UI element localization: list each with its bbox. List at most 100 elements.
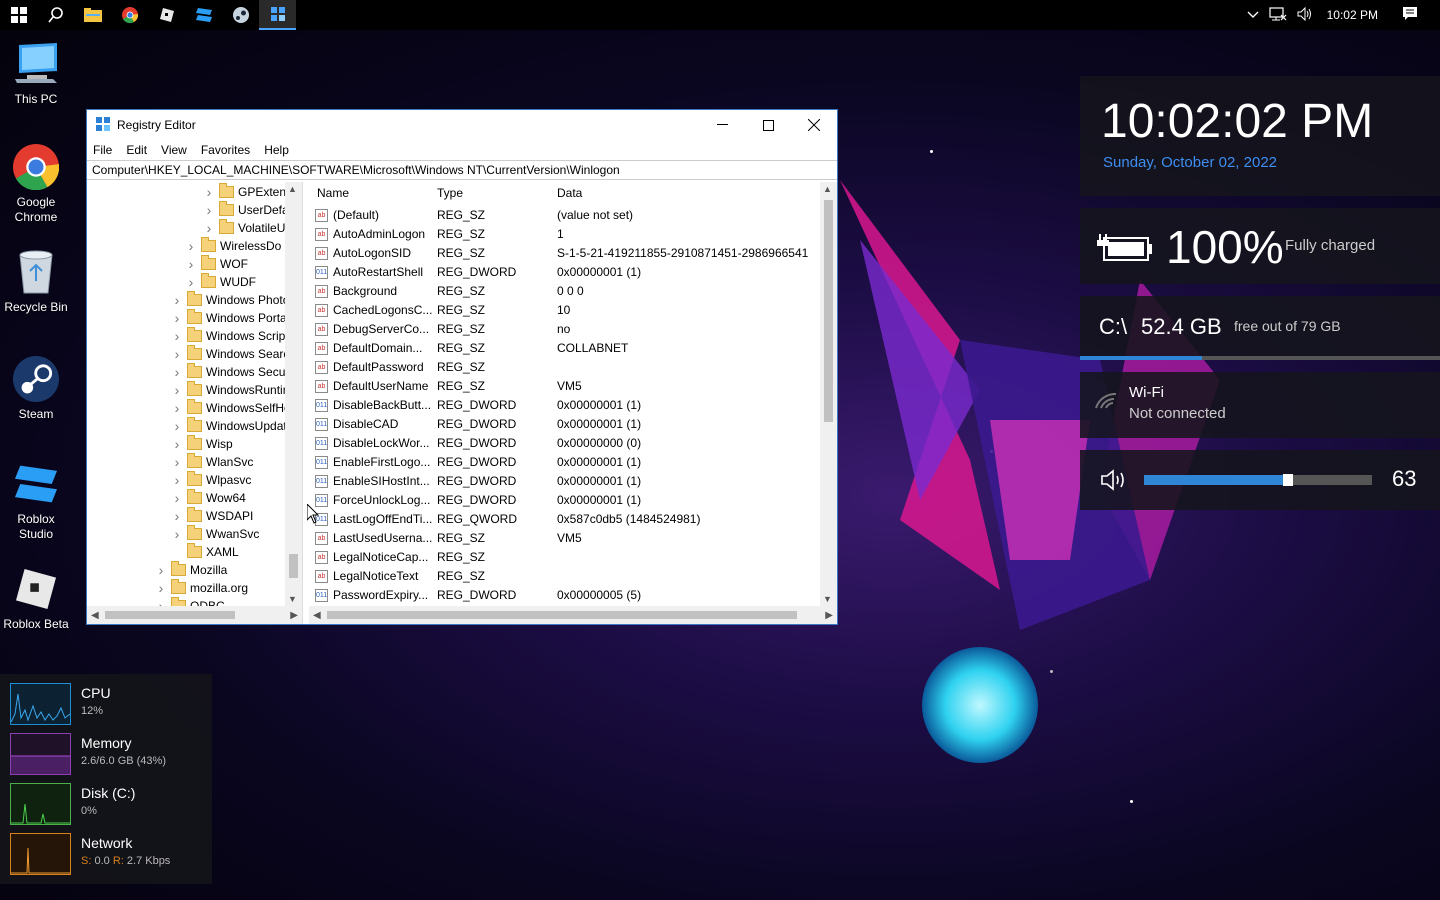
chevron-right-icon[interactable]: › <box>171 525 183 543</box>
perf-cpu[interactable]: CPU 12% <box>10 683 210 725</box>
file-explorer-icon[interactable] <box>74 0 111 30</box>
scroll-right-icon[interactable]: ▶ <box>290 610 298 621</box>
roblox-icon[interactable] <box>185 0 222 30</box>
value-row[interactable]: ab DebugServerCo... REG_SZ no <box>309 320 829 339</box>
chevron-right-icon[interactable]: › <box>171 327 183 345</box>
tree-item[interactable]: › WUDF <box>185 273 256 291</box>
chevron-right-icon[interactable]: › <box>203 201 215 219</box>
tree-item[interactable]: › Windows Photo V <box>171 291 301 309</box>
list-horizontal-scrollbar[interactable]: ◀ ▶ <box>309 606 837 624</box>
volume-thumb[interactable] <box>1282 474 1293 486</box>
chevron-right-icon[interactable]: › <box>203 183 215 201</box>
value-row[interactable]: ab CachedLogonsC... REG_SZ 10 <box>309 301 829 320</box>
value-row[interactable]: 011 ForceUnlockLog... REG_DWORD 0x00000001 … <box>309 491 829 510</box>
chevron-right-icon[interactable]: › <box>171 345 183 363</box>
menu-edit[interactable]: Edit <box>126 143 147 157</box>
value-row[interactable]: 011 PasswordExpiry... REG_DWORD 0x00000005 … <box>309 586 829 605</box>
chevron-right-icon[interactable]: › <box>185 255 197 273</box>
action-center-icon[interactable] <box>1402 6 1418 24</box>
steam-icon[interactable] <box>222 0 259 30</box>
tree-item[interactable]: › WirelessDo <box>185 237 281 255</box>
column-name[interactable]: Name <box>317 186 349 200</box>
desktop-icon-roblox-beta[interactable]: Roblox Beta <box>0 565 72 632</box>
chevron-right-icon[interactable]: › <box>171 453 183 471</box>
network-icon[interactable] <box>1269 6 1287 24</box>
tree-item[interactable]: › Wlpasvc <box>171 471 251 489</box>
chevron-right-icon[interactable]: › <box>171 309 183 327</box>
desktop-icon-this-pc[interactable]: This PC <box>0 40 72 107</box>
tree-item[interactable]: XAML <box>171 543 239 561</box>
chevron-right-icon[interactable]: › <box>171 363 183 381</box>
tree-hscroll-thumb[interactable] <box>105 611 235 619</box>
chevron-right-icon[interactable]: › <box>203 219 215 237</box>
chevron-right-icon[interactable]: › <box>171 435 183 453</box>
value-row[interactable]: 011 DisableCAD REG_DWORD 0x00000001 (1) <box>309 415 829 434</box>
close-button[interactable] <box>791 110 837 140</box>
values-list[interactable]: Name Type Data ▲ ▼ ◀ ▶ ab (Default) REG_SZ… <box>309 182 837 624</box>
chevron-right-icon[interactable]: › <box>155 579 167 597</box>
value-row[interactable]: ab AutoAdminLogon REG_SZ 1 <box>309 225 829 244</box>
minimize-button[interactable] <box>699 110 745 140</box>
tree-item[interactable]: › WlanSvc <box>171 453 253 471</box>
tree-horizontal-scrollbar[interactable]: ◀ ▶ <box>87 606 302 624</box>
tree-item[interactable]: › Windows Portabl <box>171 309 296 327</box>
perf-disk[interactable]: Disk (C:) 0% <box>10 783 210 825</box>
tree-item[interactable]: › WwanSvc <box>171 525 259 543</box>
menu-favorites[interactable]: Favorites <box>201 143 250 157</box>
tree-item[interactable]: › Wow64 <box>171 489 246 507</box>
taskbar-clock[interactable]: 10:02 PM <box>1327 8 1378 22</box>
tree-item[interactable]: › WOF <box>185 255 248 273</box>
value-row[interactable]: ab DefaultUserName REG_SZ VM5 <box>309 377 829 396</box>
chevron-right-icon[interactable]: › <box>171 507 183 525</box>
tree-item[interactable]: › WindowsSelfHost <box>171 399 300 417</box>
scroll-up-icon[interactable]: ▲ <box>823 184 832 194</box>
tree-item[interactable]: › Windows Script H <box>171 327 301 345</box>
tree-item[interactable]: › Windows Search <box>171 345 296 363</box>
desktop-icon-google-chrome[interactable]: Google Chrome <box>0 143 72 225</box>
volume-slider[interactable] <box>1144 474 1372 486</box>
roblox-studio-icon[interactable] <box>148 0 185 30</box>
chrome-icon[interactable] <box>111 0 148 30</box>
tree-item[interactable]: › GPExten <box>203 183 286 201</box>
value-row[interactable]: 011 DisableLockWor... REG_DWORD 0x00000000 … <box>309 434 829 453</box>
tree-item[interactable]: › mozilla.org <box>155 579 248 597</box>
tree-item[interactable]: › WindowsUpdate <box>171 417 293 435</box>
chevron-right-icon[interactable]: › <box>171 399 183 417</box>
tree-item[interactable]: › Mozilla <box>155 561 227 579</box>
perf-memory[interactable]: Memory 2.6/6.0 GB (43%) <box>10 733 210 775</box>
value-row[interactable]: 011 EnableFirstLogo... REG_DWORD 0x00000001… <box>309 453 829 472</box>
menu-help[interactable]: Help <box>264 143 289 157</box>
chevron-right-icon[interactable]: › <box>171 291 183 309</box>
scroll-down-icon[interactable]: ▼ <box>288 594 297 604</box>
value-row[interactable]: 011 AutoRestartShell REG_DWORD 0x00000001 (… <box>309 263 829 282</box>
tree-item[interactable]: › VolatileU <box>203 219 285 237</box>
tree-scroll-thumb[interactable] <box>289 554 298 578</box>
scroll-up-icon[interactable]: ▲ <box>288 184 297 194</box>
tree-item[interactable]: › WindowsRuntime <box>171 381 299 399</box>
tree-item[interactable]: › Windows Security <box>171 363 301 381</box>
desktop-icon-roblox-studio[interactable]: Roblox Studio <box>0 460 72 542</box>
key-tree[interactable]: ›ODBC›mozilla.org›MozillaXAML›WwanSvc›WS… <box>87 182 303 624</box>
speaker-icon[interactable] <box>1297 6 1313 24</box>
chevron-right-icon[interactable]: › <box>171 417 183 435</box>
chevron-right-icon[interactable]: › <box>185 237 197 255</box>
chevron-right-icon[interactable]: › <box>155 561 167 579</box>
value-row[interactable]: ab LegalNoticeCap... REG_SZ <box>309 548 829 567</box>
column-type[interactable]: Type <box>437 186 463 200</box>
tree-item[interactable]: › Wisp <box>171 435 233 453</box>
list-hscroll-thumb[interactable] <box>327 611 797 619</box>
speaker-icon[interactable] <box>1100 469 1128 496</box>
tree-item[interactable]: › UserDefa <box>203 201 289 219</box>
tree-vertical-scrollbar[interactable]: ▲ ▼ <box>285 182 302 606</box>
windows-start-icon[interactable] <box>0 0 37 30</box>
value-row[interactable]: 011 EnableSIHostInt... REG_DWORD 0x00000001… <box>309 472 829 491</box>
desktop-icon-recycle-bin[interactable]: Recycle Bin <box>0 248 72 315</box>
registry-editor-icon[interactable] <box>259 0 296 30</box>
title-bar[interactable]: Registry Editor <box>87 110 837 140</box>
chevron-right-icon[interactable]: › <box>171 489 183 507</box>
value-row[interactable]: ab DefaultDomain... REG_SZ COLLABNET <box>309 339 829 358</box>
value-row[interactable]: 011 LastLogOffEndTi... REG_QWORD 0x587c0db5… <box>309 510 829 529</box>
search-icon[interactable] <box>37 0 74 30</box>
chevron-right-icon[interactable]: › <box>171 381 183 399</box>
value-row[interactable]: ab LastUsedUserna... REG_SZ VM5 <box>309 529 829 548</box>
